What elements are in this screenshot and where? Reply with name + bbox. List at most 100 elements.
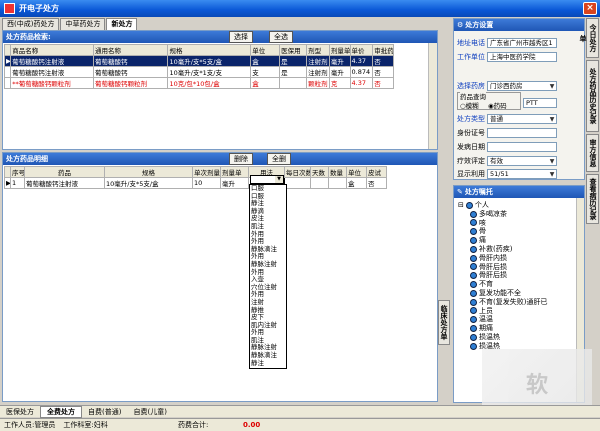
memo-item-icon xyxy=(470,325,477,333)
table-row[interactable]: **葡萄糖酸钙颗粒剂 葡萄糖酸钙颗粒剂 10克/包*10包/盒 盒 颗粒剂 克 … xyxy=(3,77,394,89)
staff-label: 工作人员: xyxy=(4,421,35,429)
column-header[interactable]: 剂型 xyxy=(306,44,330,56)
memo-item[interactable]: 补救(药疾) xyxy=(458,245,573,254)
address-field[interactable]: 广东省广州市越秀区1 xyxy=(487,38,557,48)
usage-dropdown-list[interactable]: 口服 口服 静注 静滴 皮注 肌注 外用 外用 静脉滴注 外用 静脉注射 外用 入壶 穴位注射 外用 注射 静推… xyxy=(249,184,287,369)
memo-item[interactable]: 复发功能不全 xyxy=(458,289,573,298)
tab-review-info[interactable]: 审方信息 xyxy=(586,134,599,172)
frequency-cell[interactable] xyxy=(284,177,311,189)
column-header[interactable]: 通用名称 xyxy=(92,44,169,56)
tab-medical-records[interactable]: 查看病历记录 xyxy=(586,174,599,224)
usage-option[interactable]: 静注 xyxy=(250,359,286,368)
delete-all-button[interactable]: 全删 xyxy=(267,153,291,165)
memo-item[interactable]: 期痛 xyxy=(458,324,573,333)
right-vertical-tabs: 今日处方单 处方药品历史记录 审方信息 查看病历记录 xyxy=(579,18,600,238)
memo-item[interactable]: 多喝凉茶 xyxy=(458,210,573,219)
column-header[interactable]: 单价 xyxy=(349,44,374,56)
memo-item[interactable]: 上员 xyxy=(458,307,573,316)
tab-insurance[interactable]: 医保处方 xyxy=(0,407,40,417)
usage-dropdown-field[interactable]: ▼ xyxy=(250,175,284,184)
column-header[interactable]: 商品名称 xyxy=(10,44,94,56)
search-mode-group: 药品查询 ○模糊 ◉药码 xyxy=(457,91,521,110)
column-header[interactable]: 天数 xyxy=(310,166,329,178)
radio-pinyin[interactable]: ◉药码 xyxy=(488,100,507,110)
memo-item-label: 痛 xyxy=(479,236,486,245)
tab-western[interactable]: 西(中成)药处方 xyxy=(2,18,60,30)
memo-item[interactable]: ⊟ 个人 xyxy=(458,201,573,210)
memo-item[interactable]: 咳 xyxy=(458,219,573,228)
chevron-down-icon[interactable]: ▼ xyxy=(548,170,556,178)
column-header[interactable]: 皮试 xyxy=(366,166,387,178)
date-field[interactable] xyxy=(487,142,557,152)
tab-herbal[interactable]: 中草药处方 xyxy=(60,18,106,30)
column-header[interactable]: 单位 xyxy=(250,44,281,56)
table-row[interactable]: ▶ 葡萄糖酸钙注射液 葡萄糖酸钙 10毫升/支*5支/盒 盒 是 注射剂 毫升 … xyxy=(3,55,394,67)
memo-item-icon xyxy=(470,289,477,297)
type-select[interactable]: 普通 ▼ xyxy=(487,114,557,124)
column-header[interactable]: 单次剂量 xyxy=(192,166,221,178)
chevron-down-icon[interactable]: ▼ xyxy=(548,157,556,165)
pharmacy-select[interactable]: 门诊西药房 ▼ xyxy=(487,81,557,91)
tab-self-pay-child[interactable]: 自费(儿童) xyxy=(127,407,172,417)
select-button[interactable]: 选择 xyxy=(229,31,253,43)
table-row[interactable]: ▶ 1 葡萄糖酸钙注射液 10毫升/支*5支/盒 10 毫升 盒 否 xyxy=(4,177,387,189)
workplace-field[interactable]: 上海中医药学院 xyxy=(487,52,557,62)
column-header[interactable]: 医保用 xyxy=(279,44,308,56)
column-header[interactable]: 审批药 xyxy=(372,44,394,56)
chevron-down-icon[interactable]: ▼ xyxy=(275,176,283,183)
radio-fuzzy[interactable]: ○模糊 xyxy=(460,100,479,110)
column-header[interactable]: 剂量单 xyxy=(220,166,249,178)
memo-item[interactable]: 骨肝后损 xyxy=(458,263,573,272)
column-header[interactable]: 序号 xyxy=(10,166,25,178)
days-cell[interactable] xyxy=(310,177,329,189)
search-table: 商品名称 通用名称 规格 单位 医保用 剂型 剂量单 单价 审批药 ▶ 葡萄糖酸… xyxy=(3,44,394,89)
table-cell: 4.37 xyxy=(349,77,374,89)
memo-item[interactable]: 不育(复发失败)通肝已 xyxy=(458,298,573,307)
column-header[interactable]: 剂量单 xyxy=(328,44,351,56)
memo-item[interactable]: 骨肝内损 xyxy=(458,254,573,263)
table-row[interactable]: 葡萄糖酸钙注射液 葡萄糖酸钙 10毫升/支*1支/支 支 是 注射剂 毫升 0.… xyxy=(3,66,394,78)
column-header[interactable]: 规格 xyxy=(167,44,252,56)
eval-select[interactable]: 有效 ▼ xyxy=(487,156,557,166)
memo-item[interactable]: 损温热 xyxy=(458,333,573,342)
tab-drug-history[interactable]: 处方药品历史记录 xyxy=(586,60,599,132)
total-label: 药费合计: xyxy=(178,421,209,429)
column-header[interactable]: 数量 xyxy=(328,166,347,178)
chevron-down-icon[interactable]: ▼ xyxy=(548,82,556,90)
dose-cell[interactable]: 10 xyxy=(192,177,221,189)
search-panel: 处方药品检索: 选择 全选 商品名称 通用名称 规格 单位 医保用 剂型 剂量单… xyxy=(2,30,438,150)
delete-button[interactable]: 删除 xyxy=(229,153,253,165)
tab-new[interactable]: 新处方 xyxy=(106,18,138,30)
drug-search-input[interactable]: PTT xyxy=(523,98,557,108)
table-cell xyxy=(279,77,308,89)
quantity-cell[interactable] xyxy=(328,177,347,189)
side-vertical-tab[interactable]: 临床处方单 xyxy=(438,300,450,345)
column-header[interactable]: 规格 xyxy=(104,166,193,178)
staff-value: 管理员 xyxy=(34,421,56,429)
column-header[interactable]: 每日次数 xyxy=(284,166,311,178)
memo-item[interactable]: 痛 xyxy=(458,236,573,245)
expand-icon[interactable]: ⊟ xyxy=(458,201,464,210)
memo-item-label: 不育 xyxy=(479,280,493,289)
select-all-button[interactable]: 全选 xyxy=(269,31,293,43)
chevron-down-icon[interactable]: ▼ xyxy=(548,115,556,123)
memo-item[interactable]: 不育 xyxy=(458,280,573,289)
prescription-tabs: 西(中成)药处方 中草药处方 新处方 xyxy=(2,18,138,30)
column-header[interactable]: 药品 xyxy=(24,166,105,178)
search-scrollbar[interactable] xyxy=(428,43,437,149)
display-select[interactable]: 51/51 ▼ xyxy=(487,169,557,179)
column-header[interactable]: 单位 xyxy=(346,166,367,178)
table-cell: 1 xyxy=(10,177,25,189)
id-field[interactable] xyxy=(487,128,557,138)
table-cell: 是 xyxy=(279,55,308,67)
memo-item[interactable]: 温温 xyxy=(458,315,573,324)
memo-item[interactable]: 骨 xyxy=(458,227,573,236)
pharmacy-value: 门诊西药房 xyxy=(490,82,523,90)
tab-today-prescriptions[interactable]: 今日处方单 xyxy=(579,18,599,58)
tab-self-pay[interactable]: 自费(普通) xyxy=(82,407,127,417)
memo-item[interactable]: 骨肝后损 xyxy=(458,271,573,280)
row-pointer-icon: ▶ xyxy=(3,55,12,67)
date-label: 发病日期 xyxy=(457,143,485,151)
close-button[interactable]: × xyxy=(583,2,597,15)
tab-full-pay[interactable]: 全费处方 xyxy=(40,405,82,418)
